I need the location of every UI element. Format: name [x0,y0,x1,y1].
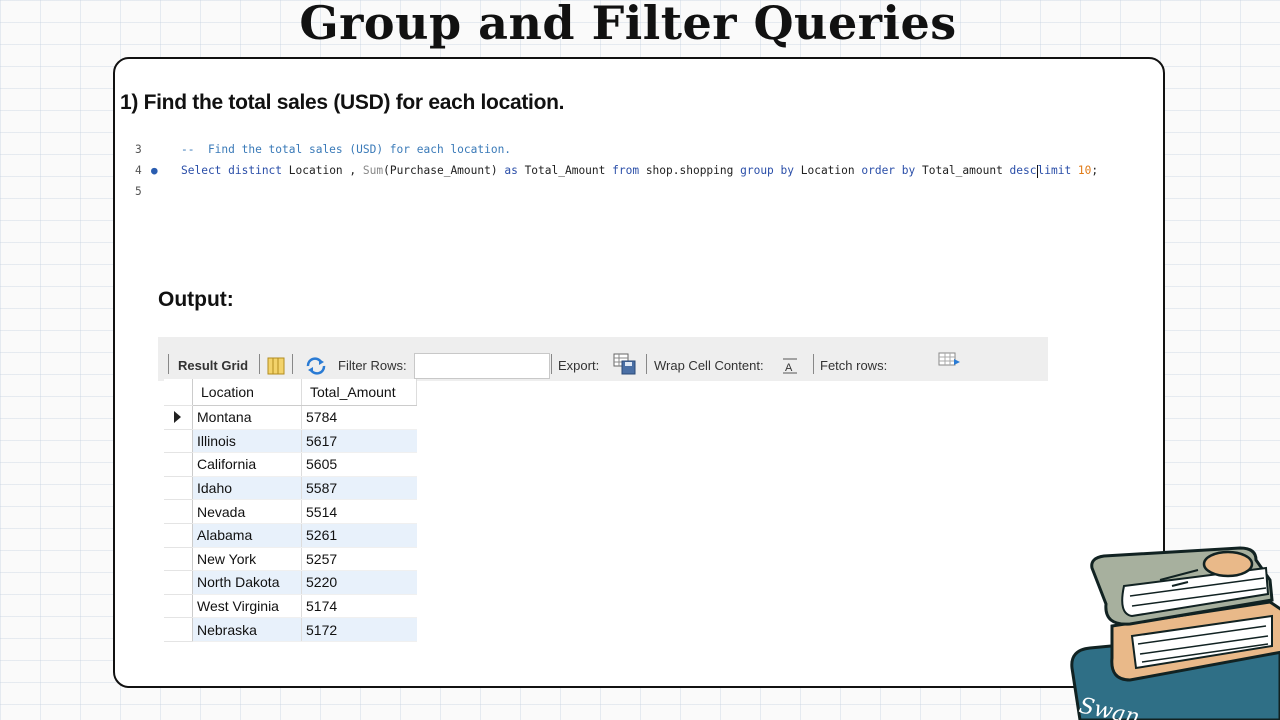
row-header[interactable] [164,429,193,454]
toolbar-separator [646,354,647,374]
row-header[interactable] [164,405,193,430]
cell-location[interactable]: Idaho [192,476,302,501]
cell-location[interactable]: Nebraska [192,617,302,642]
table-row[interactable]: Idaho 5587 [164,476,417,501]
cell-total-amount[interactable]: 5605 [301,452,417,477]
sql-token: Total_Amount [524,164,613,177]
toolbar-separator [813,354,814,374]
svg-text:A: A [785,362,793,374]
column-header-total-amount[interactable]: Total_Amount [301,379,417,406]
table-row[interactable]: New York 5257 [164,547,417,572]
slide-title: Group and Filter Queries [299,0,957,50]
sql-token: ; [1091,164,1099,177]
sql-token: (Purchase_Amount) [383,164,505,177]
table-row[interactable]: Alabama 5261 [164,523,417,548]
code-line-5: 5 [115,181,1155,202]
wrap-cell-label: Wrap Cell Content: [654,358,764,373]
sql-comment: -- Find the total sales (USD) for each l… [181,143,512,156]
export-label: Export: [558,358,600,373]
table-row[interactable]: West Virginia 5174 [164,594,417,619]
cell-total-amount[interactable]: 5261 [301,523,417,548]
sql-token: Sum [362,164,384,177]
fetch-rows-label: Fetch rows: [820,358,888,373]
toolbar-separator [168,354,169,374]
sql-token: shop.shopping [645,164,741,177]
sql-statement[interactable]: Select distinct Location , Sum(Purchase_… [181,160,1098,181]
cell-location[interactable]: Montana [192,405,302,430]
current-row-arrow-icon [174,411,181,424]
cell-total-amount[interactable]: 5617 [301,429,417,454]
wrap-text-icon[interactable]: A [782,357,798,375]
cell-total-amount[interactable]: 5257 [301,547,417,572]
filter-rows-label: Filter Rows: [338,358,407,373]
books-illustration: Swan [1070,546,1280,720]
sql-token: 10 [1077,164,1092,177]
toolbar-separator [292,354,293,374]
question-text: 1) Find the total sales (USD) for each l… [120,91,565,114]
cell-total-amount[interactable]: 5514 [301,499,417,524]
cell-total-amount[interactable]: 5220 [301,570,417,595]
sql-token: desc [1009,164,1037,177]
table-row[interactable]: North Dakota 5220 [164,570,417,595]
fetch-rows-icon[interactable] [938,351,962,369]
cell-location[interactable]: Alabama [192,523,302,548]
sql-token: Total_amount [921,164,1010,177]
row-header[interactable] [164,547,193,572]
line-number: 3 [135,143,142,156]
table-row[interactable]: Nebraska 5172 [164,617,417,642]
output-label: Output: [158,288,234,311]
content-card: 1) Find the total sales (USD) for each l… [113,57,1224,688]
row-header[interactable] [164,499,193,524]
row-header-corner [164,379,193,406]
cell-location[interactable]: West Virginia [192,594,302,619]
cell-location[interactable]: Nevada [192,499,302,524]
code-line-4: 4 ● Select distinct Location , Sum(Purch… [115,160,1155,181]
table-row[interactable]: Nevada 5514 [164,499,417,524]
grid-header-row: Location Total_Amount [164,379,417,406]
grid-layout-icon[interactable] [267,357,285,375]
row-header[interactable] [164,523,193,548]
table-row[interactable]: Illinois 5617 [164,429,417,454]
cell-location[interactable]: New York [192,547,302,572]
sql-token: group by [740,164,801,177]
refresh-icon[interactable] [305,357,327,375]
row-header[interactable] [164,452,193,477]
row-header[interactable] [164,476,193,501]
cell-location[interactable]: California [192,452,302,477]
line-number: 4 [135,164,142,177]
toolbar-separator [259,354,260,374]
sql-token: Location [800,164,862,177]
line-number: 5 [135,185,142,198]
table-row[interactable]: California 5605 [164,452,417,477]
sql-token: as [504,164,525,177]
row-header[interactable] [164,594,193,619]
sql-editor[interactable]: 3 -- Find the total sales (USD) for each… [115,139,1155,202]
toolbar-separator [551,354,552,374]
filter-rows-input[interactable] [414,353,550,379]
sql-token: order by [861,164,922,177]
statement-marker-icon: ● [151,164,158,177]
table-row[interactable]: Montana 5784 [164,405,417,430]
cell-total-amount[interactable]: 5587 [301,476,417,501]
result-grid[interactable]: Location Total_Amount Montana 5784 Illinoi… [164,379,417,642]
sql-token: Select distinct [181,164,289,177]
sql-token: from [612,164,646,177]
sql-token: Location , [288,164,363,177]
code-line-3: 3 -- Find the total sales (USD) for each… [115,139,1155,160]
cell-location[interactable]: North Dakota [192,570,302,595]
row-header[interactable] [164,617,193,642]
export-icon[interactable] [613,353,637,375]
cell-total-amount[interactable]: 5784 [301,405,417,430]
cell-total-amount[interactable]: 5174 [301,594,417,619]
cell-location[interactable]: Illinois [192,429,302,454]
column-header-location[interactable]: Location [192,379,302,406]
cell-total-amount[interactable]: 5172 [301,617,417,642]
row-header[interactable] [164,570,193,595]
result-grid-tab[interactable]: Result Grid [178,337,248,381]
sql-token: limit [1037,164,1078,177]
result-toolbar: Result Grid Filter Rows: Export: Wrap Ce… [158,337,1048,381]
